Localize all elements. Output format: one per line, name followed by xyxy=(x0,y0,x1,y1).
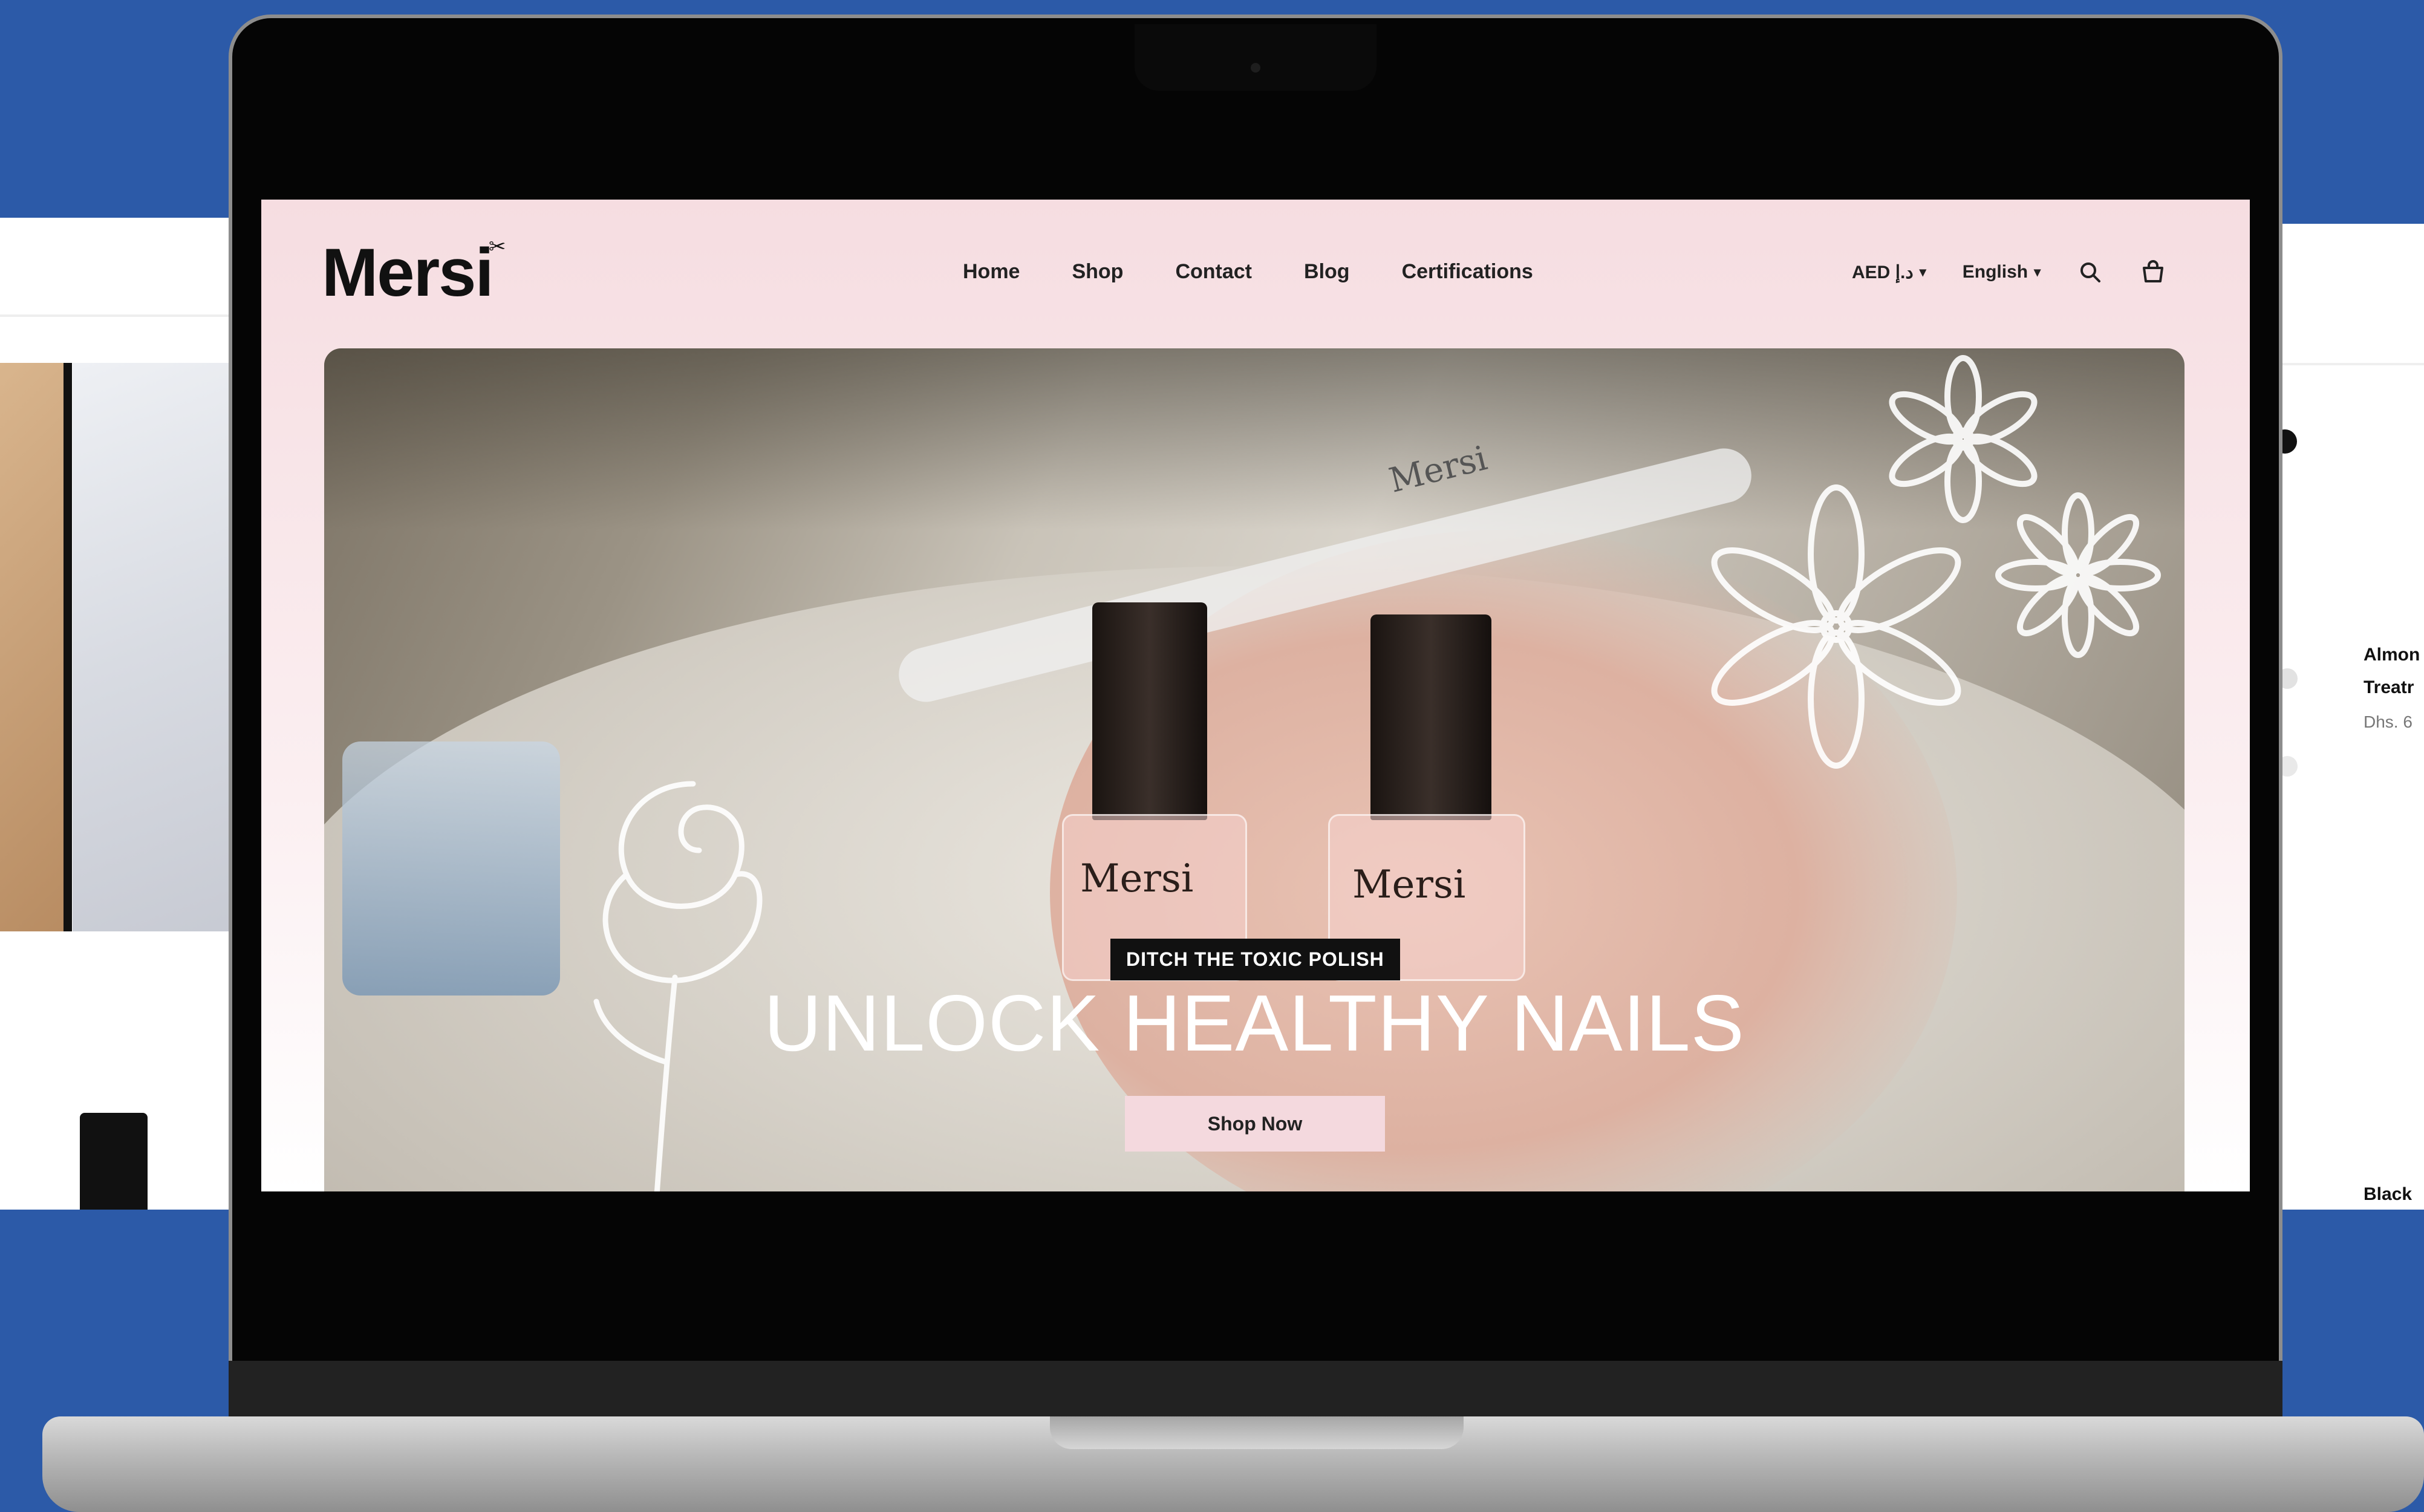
polish-bottle-right: Mersi xyxy=(1328,614,1534,981)
laptop-screen: Mersi ✂ Home Shop Contact Blog Certifica… xyxy=(261,200,2250,1191)
left-divider xyxy=(0,314,254,317)
right-product-price: Dhs. 6 xyxy=(2364,712,2413,731)
right-product-name-1: Almon xyxy=(2364,645,2420,665)
search-icon[interactable] xyxy=(2077,259,2103,285)
right-next-product: Black xyxy=(2364,1184,2413,1204)
bottle-label-left: Mersi xyxy=(1080,856,1194,901)
main-nav: Home Shop Contact Blog Certifications xyxy=(963,260,1533,284)
left-bottle-thumbnail xyxy=(80,1113,148,1210)
laptop-hinge-notch xyxy=(1050,1416,1464,1449)
left-product-photo xyxy=(73,363,254,931)
left-product-photo-wood xyxy=(0,363,68,931)
brand-logo[interactable]: Mersi xyxy=(322,233,494,311)
nav-shop[interactable]: Shop xyxy=(1072,260,1123,284)
right-product-name-2: Treatr xyxy=(2364,677,2414,697)
polish-bottle-left: Mersi xyxy=(1062,602,1262,981)
hero-title: UNLOCK HEALTHY NAILS xyxy=(764,979,1745,1067)
camera-notch xyxy=(1135,24,1377,91)
language-value: English xyxy=(1962,262,2028,282)
header-tools: AED د.إ ▾ English ▾ xyxy=(1852,259,2166,285)
chevron-down-icon: ▾ xyxy=(2034,264,2041,279)
logo-mark-icon: ✂ xyxy=(489,235,506,258)
nav-contact[interactable]: Contact xyxy=(1175,260,1252,284)
nav-home[interactable]: Home xyxy=(963,260,1020,284)
shop-now-button[interactable]: Shop Now xyxy=(1125,1096,1385,1152)
camera-icon xyxy=(1251,63,1260,73)
nav-certifications[interactable]: Certifications xyxy=(1402,260,1533,284)
bottle-label-right: Mersi xyxy=(1352,862,1466,907)
flower-doodle-icon xyxy=(1711,355,2161,769)
cart-icon[interactable] xyxy=(2140,259,2166,285)
left-photo-separator xyxy=(64,363,72,931)
hero-banner: Mersi Mersi Mersi DITCH THE TOXIC POLISH… xyxy=(324,348,2185,1191)
currency-selector[interactable]: AED د.إ ▾ xyxy=(1852,262,1926,283)
laptop-chin xyxy=(229,1361,2282,1421)
chevron-down-icon: ▾ xyxy=(1919,264,1926,279)
currency-value: AED د.إ xyxy=(1852,262,1914,282)
language-selector[interactable]: English ▾ xyxy=(1963,262,2041,282)
rose-doodle-icon xyxy=(593,781,763,1191)
nav-blog[interactable]: Blog xyxy=(1304,260,1350,284)
site-header: Mersi ✂ Home Shop Contact Blog Certifica… xyxy=(261,200,2250,347)
water-glass xyxy=(342,741,560,996)
hero-badge: DITCH THE TOXIC POLISH xyxy=(1110,939,1400,980)
